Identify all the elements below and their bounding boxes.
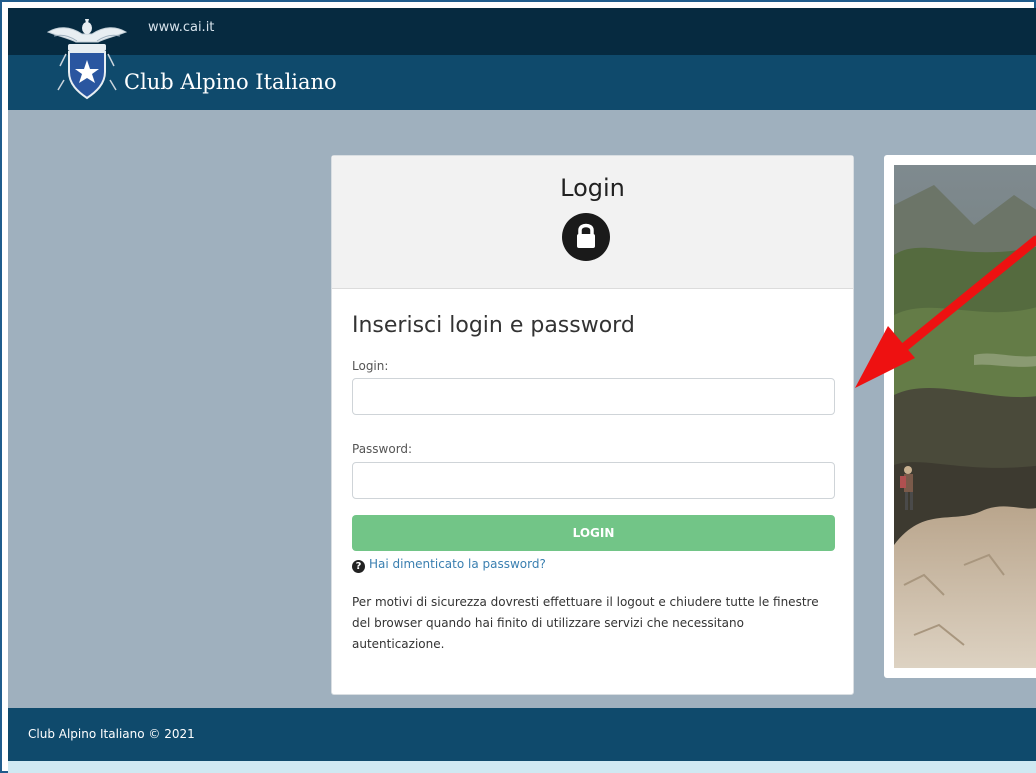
footer-copyright: Club Alpino Italiano © 2021: [28, 727, 195, 741]
login-subtitle: Inserisci login e password: [352, 313, 635, 338]
password-label: Password:: [352, 442, 413, 456]
cai-website-link[interactable]: www.cai.it: [148, 20, 214, 35]
brand-bar: Club Alpino Italiano: [8, 55, 1036, 110]
top-bar: www.cai.it: [8, 8, 1036, 55]
login-card-header: Login: [332, 156, 853, 289]
mountain-photo-graphic: [894, 165, 1036, 668]
cai-logo[interactable]: [44, 14, 130, 106]
login-button[interactable]: LOGIN: [352, 515, 835, 551]
forgot-password-text: Hai dimenticato la password?: [369, 557, 546, 571]
login-label: Login:: [352, 359, 389, 373]
login-title: Login: [560, 174, 625, 202]
lock-icon: [577, 223, 595, 248]
password-input[interactable]: [352, 462, 835, 499]
footer: Club Alpino Italiano © 2021: [8, 708, 1036, 761]
security-note: Per motivi di sicurezza dovresti effettu…: [352, 595, 819, 651]
forgot-password-link[interactable]: ? Hai dimenticato la password?: [352, 557, 546, 573]
question-circle-icon: ?: [352, 560, 365, 573]
page: www.cai.it Club Alpino Italiano Login In…: [8, 8, 1036, 773]
footer-strip: [8, 761, 1036, 773]
login-input[interactable]: [352, 378, 835, 415]
brand-name[interactable]: Club Alpino Italiano: [124, 70, 337, 94]
screenshot-frame: www.cai.it Club Alpino Italiano Login In…: [0, 0, 1036, 773]
lock-badge: [562, 213, 610, 261]
login-card: Login Inserisci login e password Login: …: [331, 155, 854, 695]
mountain-photo: [894, 165, 1036, 668]
photo-card: [884, 155, 1036, 678]
